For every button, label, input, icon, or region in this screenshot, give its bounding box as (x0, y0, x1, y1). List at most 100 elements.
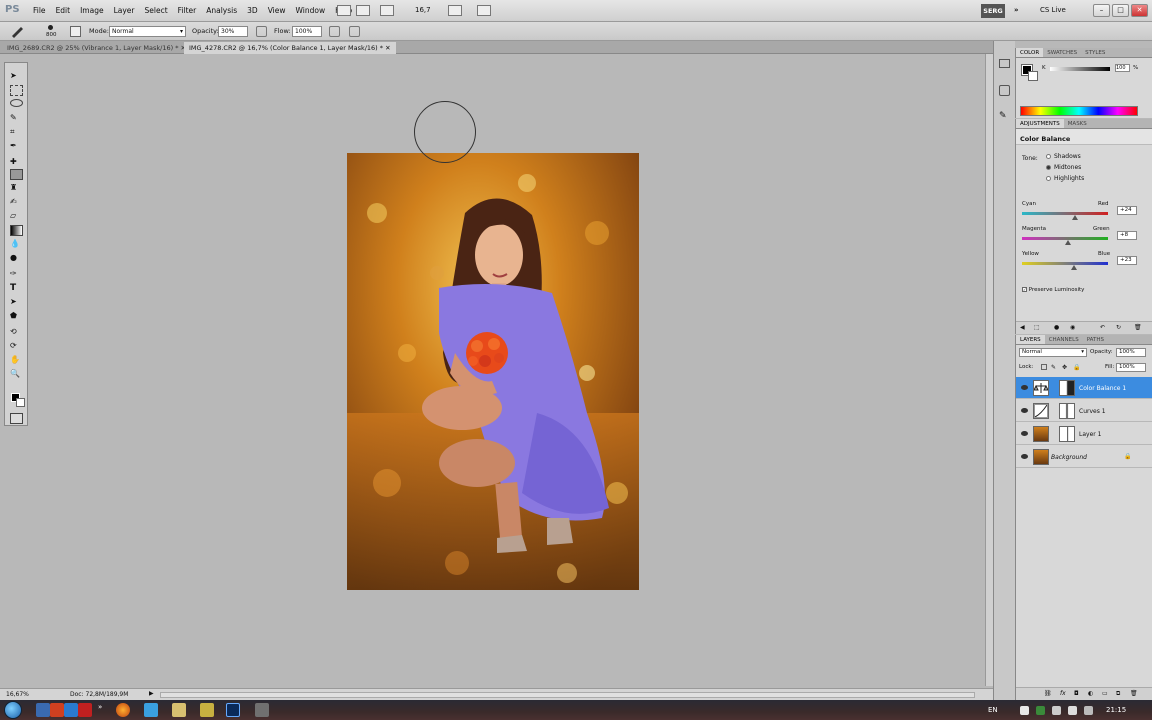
maximize-button[interactable]: □ (1112, 4, 1129, 17)
tone-highlights-radio[interactable]: Highlights (1046, 175, 1084, 182)
opacity-field[interactable]: 30% (218, 26, 248, 37)
new-group-icon[interactable]: ▭ (1102, 690, 1108, 697)
pressure-opacity-icon[interactable] (256, 26, 267, 37)
layer-row-background[interactable]: Background 🔒 (1016, 446, 1152, 468)
lasso-tool-icon[interactable] (10, 99, 23, 107)
layer-opacity-field[interactable]: 100% (1116, 348, 1146, 357)
skype-icon[interactable] (144, 703, 158, 717)
tab-layers[interactable]: LAYERS (1016, 335, 1045, 344)
layer-mask-thumbnail[interactable] (1059, 426, 1075, 442)
reset-icon[interactable]: ↻ (1116, 324, 1121, 331)
close-button[interactable]: ✕ (1131, 4, 1148, 17)
slider-value-field[interactable]: +23 (1117, 256, 1137, 265)
brush-panel-icon[interactable] (70, 26, 81, 37)
layer-row-layer-1[interactable]: Layer 1 (1016, 423, 1152, 445)
slider-thumb[interactable] (1071, 265, 1078, 270)
firefox-icon[interactable] (116, 703, 130, 717)
blur-tool-icon[interactable]: 💧 (10, 239, 23, 250)
more-icons-icon[interactable]: » (98, 703, 102, 711)
brush-tool-icon[interactable] (10, 169, 23, 180)
menu-file[interactable]: File (28, 6, 51, 15)
eye-icon[interactable] (1021, 385, 1028, 390)
tab-color[interactable]: COLOR (1016, 48, 1044, 57)
hand-tool-icon[interactable]: ✋ (10, 355, 23, 366)
slider-value-field[interactable]: +8 (1117, 231, 1137, 240)
brush-preset-picker[interactable]: 800 (42, 25, 60, 40)
vertical-scrollbar[interactable] (985, 54, 993, 686)
clock[interactable]: 21:15 (1106, 706, 1126, 714)
bridge-icon[interactable] (337, 5, 351, 16)
add-mask-icon[interactable]: ◘ (1074, 690, 1079, 697)
eyedropper-tool-icon[interactable]: ✒ (10, 141, 23, 152)
airbrush-icon[interactable] (329, 26, 340, 37)
new-adjustment-icon[interactable]: ◐ (1088, 690, 1093, 697)
workspace-button[interactable]: SERG (981, 4, 1005, 18)
lock-image-icon[interactable]: ✎ (1051, 364, 1056, 371)
previous-state-icon[interactable]: ↶ (1100, 324, 1105, 331)
eye-icon[interactable] (1021, 408, 1028, 413)
fill-field[interactable]: 100% (1116, 363, 1146, 372)
slider-track[interactable] (1022, 212, 1108, 215)
horizontal-scrollbar[interactable] (160, 692, 975, 698)
tab-img-2689[interactable]: IMG_2689.CR2 @ 25% (Vibrance 1, Layer Ma… (2, 42, 191, 54)
tab-close-icon[interactable]: ✕ (385, 44, 390, 52)
start-button[interactable] (4, 701, 22, 719)
status-menu-arrow-icon[interactable]: ▶ (149, 690, 154, 697)
lock-all-icon[interactable]: 🔒 (1073, 364, 1080, 371)
brush-tool-icon[interactable] (10, 25, 26, 38)
arrange-documents-icon[interactable] (448, 5, 462, 16)
tool-presets-icon[interactable]: ✎ (999, 111, 1010, 122)
path-selection-tool-icon[interactable]: ➤ (10, 297, 23, 308)
menu-image[interactable]: Image (75, 6, 109, 15)
tab-channels[interactable]: CHANNELS (1045, 335, 1083, 344)
tray-icon[interactable] (1020, 706, 1029, 715)
clip-to-layer-icon[interactable]: ● (1054, 324, 1059, 331)
layer-name[interactable]: Layer 1 (1079, 431, 1101, 438)
layer-style-icon[interactable]: fx (1060, 690, 1066, 697)
screen-mode-icon[interactable] (477, 5, 491, 16)
healing-brush-tool-icon[interactable]: ✚ (10, 157, 23, 168)
tab-swatches[interactable]: SWATCHES (1043, 48, 1081, 57)
archive-icon[interactable] (200, 703, 214, 717)
tone-shadows-radio[interactable]: Shadows (1046, 153, 1081, 160)
tab-paths[interactable]: PATHS (1083, 335, 1108, 344)
menu-analysis[interactable]: Analysis (201, 6, 242, 15)
pen-tool-icon[interactable]: ✑ (10, 269, 23, 280)
type-tool-icon[interactable]: T (10, 283, 23, 294)
menu-layer[interactable]: Layer (109, 6, 140, 15)
new-layer-icon[interactable]: ⧉ (1116, 690, 1120, 698)
eraser-tool-icon[interactable]: ▱ (10, 211, 23, 222)
visibility-icon[interactable]: ◉ (1070, 324, 1075, 331)
delete-layer-icon[interactable]: 🗑 (1130, 690, 1138, 697)
preserve-luminosity-checkbox[interactable]: ✓ Preserve Luminosity (1022, 287, 1084, 293)
tone-midtones-radio[interactable]: Midtones (1046, 164, 1081, 171)
app-icon[interactable] (50, 703, 64, 717)
eye-icon[interactable] (1021, 454, 1028, 459)
tab-masks[interactable]: MASKS (1064, 119, 1091, 128)
history-brush-tool-icon[interactable]: ✍ (10, 197, 23, 208)
slider-value-field[interactable]: +24 (1117, 206, 1137, 215)
marquee-tool-icon[interactable] (10, 85, 23, 96)
dodge-tool-icon[interactable]: ● (10, 253, 23, 264)
menu-filter[interactable]: Filter (173, 6, 202, 15)
shape-tool-icon[interactable]: ⬟ (10, 311, 23, 322)
app-icon[interactable] (78, 703, 92, 717)
layer-name[interactable]: Color Balance 1 (1079, 385, 1126, 392)
layer-mask-thumbnail[interactable] (1059, 380, 1075, 396)
tab-img-4278[interactable]: IMG_4278.CR2 @ 16,7% (Color Balance 1, L… (184, 42, 396, 54)
document-image[interactable] (347, 153, 639, 590)
background-color-swatch[interactable] (16, 398, 25, 407)
delete-icon[interactable]: 🗑 (1134, 324, 1142, 331)
photoshop-taskbar-icon[interactable] (226, 703, 240, 717)
network-icon[interactable] (1052, 706, 1061, 715)
menu-select[interactable]: Select (140, 6, 173, 15)
folder-icon[interactable] (172, 703, 186, 717)
expand-workspaces-icon[interactable]: » (1014, 6, 1019, 14)
crop-tool-icon[interactable]: ⌗ (10, 127, 23, 138)
history-panel-icon[interactable] (999, 59, 1010, 68)
lock-transparent-icon[interactable] (1041, 364, 1047, 370)
mode-select[interactable]: Normal ▾ (109, 26, 186, 37)
extras-icon[interactable] (380, 5, 394, 16)
clone-stamp-tool-icon[interactable]: ♜ (10, 183, 23, 194)
background-color-swatch[interactable] (1028, 71, 1038, 81)
